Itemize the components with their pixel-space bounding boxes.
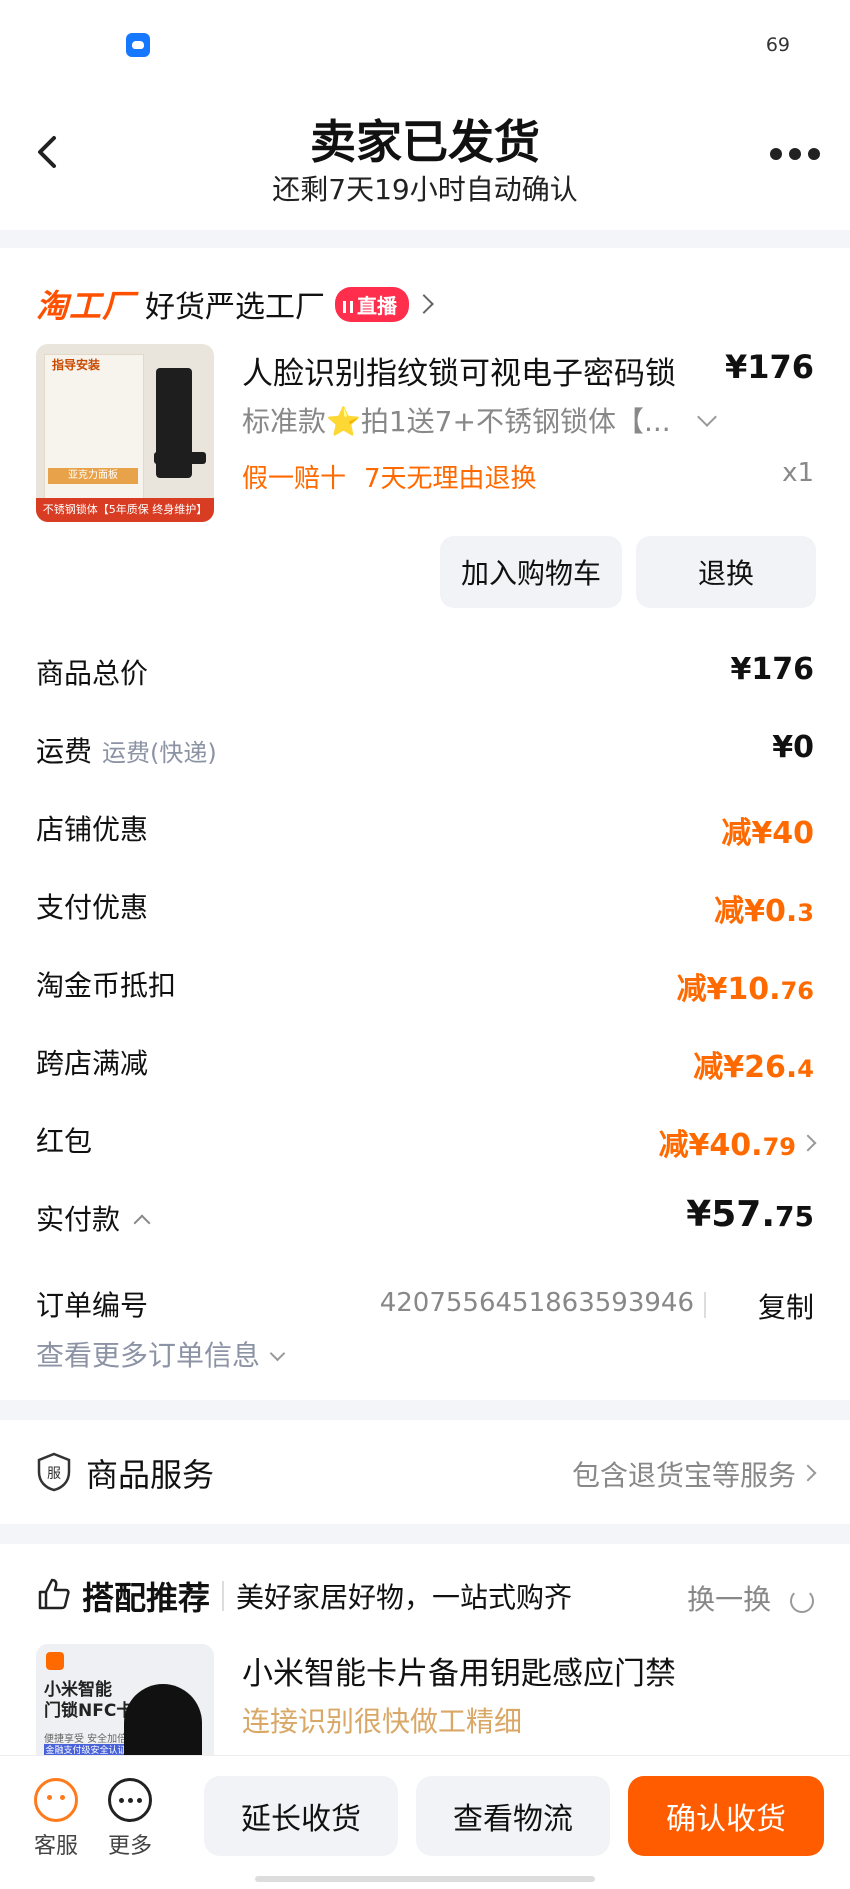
product-image-tag: 亚克力面板 <box>48 468 138 484</box>
product-image-strip: 不锈钢锁体【5年质保 终身维护】 <box>36 498 214 522</box>
auto-confirm-countdown: 还剩7天19小时自动确认 <box>272 173 578 206</box>
live-bars-icon <box>343 300 354 313</box>
customer-service-icon <box>34 1778 78 1822</box>
recommendation-slogan: 美好家居好物，一站式购齐 <box>236 1581 573 1614</box>
app-notification-icon <box>126 33 150 57</box>
summary-label: 跨店满减 <box>36 1047 149 1080</box>
rec-image-sub: 便捷享受 安全加倍 <box>44 1734 128 1745</box>
summary-row-total: 商品总价 ¥176 <box>36 652 814 696</box>
summary-row-paid[interactable]: 实付款 ¥57.75 <box>36 1194 814 1242</box>
nfc-card-illustration <box>124 1684 202 1755</box>
extend-receipt-button[interactable]: 延长收货 <box>204 1776 398 1856</box>
return-exchange-button[interactable]: 退换 <box>636 536 816 608</box>
customer-service-button[interactable]: 客服 <box>26 1778 86 1860</box>
chevron-up-icon <box>133 1214 151 1232</box>
recommendation-header: 搭配推荐 美好家居好物，一站式购齐 <box>36 1574 572 1618</box>
summary-row-coin-deduction: 淘金币抵扣 减¥10.76 <box>36 964 814 1008</box>
summary-label: 红包 <box>36 1125 93 1158</box>
product-image[interactable]: 指导安装 亚克力面板 不锈钢锁体【5年质保 终身维护】 <box>36 344 214 522</box>
customer-service-label: 客服 <box>33 1834 78 1859</box>
bottom-action-bar: 客服 更多 延长收货 查看物流 确认收货 <box>0 1755 850 1889</box>
svg-text:服: 服 <box>47 1466 61 1482</box>
summary-value[interactable]: 减¥40.79 <box>659 1120 817 1164</box>
product-image-title: 指导安装 <box>52 358 101 372</box>
product-quantity: x1 <box>782 458 814 488</box>
more-button[interactable]: 更多 <box>100 1778 160 1860</box>
thumbs-up-icon <box>36 1576 72 1616</box>
order-card: 淘工厂 好货严选工厂 直播 指导安装 亚克力面板 不锈钢锁体【5年质保 终身维护… <box>0 248 850 1400</box>
recommended-product-title[interactable]: 小米智能卡片备用钥匙感应门禁 <box>242 1648 676 1693</box>
divider <box>222 1581 225 1611</box>
summary-value: 减¥26.4 <box>693 1050 814 1085</box>
chevron-right-icon <box>799 1134 817 1151</box>
summary-row-shop-discount: 店铺优惠 减¥40 <box>36 808 814 852</box>
summary-row-shipping: 运费 运费(快递) ¥0 <box>36 730 814 774</box>
chevron-right-icon <box>414 294 434 314</box>
divider <box>704 1292 706 1318</box>
chevron-right-icon <box>799 1464 817 1482</box>
service-detail[interactable]: 包含退货宝等服务 <box>572 1454 817 1494</box>
chevron-down-icon <box>269 1345 286 1362</box>
recommendation-title: 搭配推荐 <box>82 1579 211 1617</box>
recommended-product-subtitle: 连接识别很快做工精细 <box>242 1705 523 1738</box>
view-logistics-button[interactable]: 查看物流 <box>416 1776 610 1856</box>
service-shield-icon: 服 <box>36 1452 72 1492</box>
header: 卖家已发货 还剩7天19小时自动确认 <box>0 90 850 230</box>
shop-name: 好货严选工厂 <box>145 290 326 325</box>
summary-value: 减¥0.3 <box>714 894 814 929</box>
summary-label: 淘金币抵扣 <box>36 969 177 1002</box>
refresh-icon <box>790 1589 814 1613</box>
order-number: 4207556451863593946 <box>379 1288 694 1318</box>
product-tag: 7天无理由退换 <box>364 464 537 494</box>
summary-value: ¥176 <box>730 652 815 687</box>
product-spec[interactable]: 标准款⭐拍1送7+不锈钢锁体【... <box>242 400 671 440</box>
service-card[interactable]: 服 商品服务 包含退货宝等服务 <box>0 1420 850 1524</box>
order-number-label: 订单编号 <box>36 1289 149 1322</box>
paid-label[interactable]: 实付款 <box>36 1198 151 1238</box>
summary-label: 店铺优惠 <box>36 813 149 846</box>
add-to-cart-button[interactable]: 加入购物车 <box>440 536 622 608</box>
summary-row-red-packet[interactable]: 红包 减¥40.79 <box>36 1120 817 1164</box>
recommendation-card: 搭配推荐 美好家居好物，一站式购齐 换一换 小米智能 门锁NFC卡 便捷享受 安… <box>0 1544 850 1755</box>
summary-label: 支付优惠 <box>36 891 149 924</box>
more-options-icon[interactable] <box>770 148 820 162</box>
rec-image-badge: 金融支付级安全认证 <box>44 1744 128 1755</box>
shop-header[interactable]: 淘工厂 好货严选工厂 直播 <box>36 284 434 325</box>
live-badge-label: 直播 <box>357 293 398 318</box>
door-handle-illustration <box>154 452 206 464</box>
confirm-receipt-button[interactable]: 确认收货 <box>628 1776 824 1856</box>
product-tag: 假一赔十 <box>242 464 347 494</box>
status-bar: 69 <box>0 0 850 90</box>
home-indicator[interactable] <box>255 1876 595 1882</box>
shipping-method: 运费(快递) <box>102 739 217 767</box>
more-label: 更多 <box>107 1834 152 1859</box>
summary-value: ¥0 <box>772 730 814 765</box>
order-number-row: 订单编号 4207556451863593946 复制 <box>36 1284 814 1328</box>
chevron-down-icon[interactable] <box>697 407 717 427</box>
rec-image-title: 小米智能 门锁NFC卡 <box>44 1680 134 1721</box>
mi-logo <box>46 1652 64 1670</box>
summary-label: 商品总价 <box>36 657 149 690</box>
summary-row-payment-discount: 支付优惠 减¥0.3 <box>36 886 814 930</box>
page-title: 卖家已发货 <box>310 115 540 169</box>
service-label: 商品服务 <box>86 1456 215 1494</box>
battery-level: 69 <box>765 34 790 56</box>
product-title[interactable]: 人脸识别指纹锁可视电子密码锁 <box>242 348 676 393</box>
more-icon <box>108 1778 152 1822</box>
product-tags: 假一赔十 7天无理由退换 <box>242 458 555 495</box>
summary-row-cross-shop: 跨店满减 减¥26.4 <box>36 1042 814 1086</box>
shop-logo: 淘工厂 <box>36 287 136 325</box>
summary-label: 运费 运费(快递) <box>36 735 217 768</box>
product-price: ¥176 <box>724 348 814 386</box>
more-order-info-link[interactable]: 查看更多订单信息 <box>36 1334 286 1374</box>
recommended-product-image[interactable]: 小米智能 门锁NFC卡 便捷享受 安全加倍 金融支付级安全认证 <box>36 1644 214 1755</box>
paid-amount: ¥57.75 <box>686 1194 814 1235</box>
summary-value: 减¥40 <box>721 816 814 851</box>
summary-value: 减¥10.76 <box>676 972 814 1007</box>
swap-button[interactable]: 换一换 <box>687 1578 814 1618</box>
copy-button[interactable]: 复制 <box>758 1286 814 1326</box>
live-badge[interactable]: 直播 <box>335 286 410 322</box>
